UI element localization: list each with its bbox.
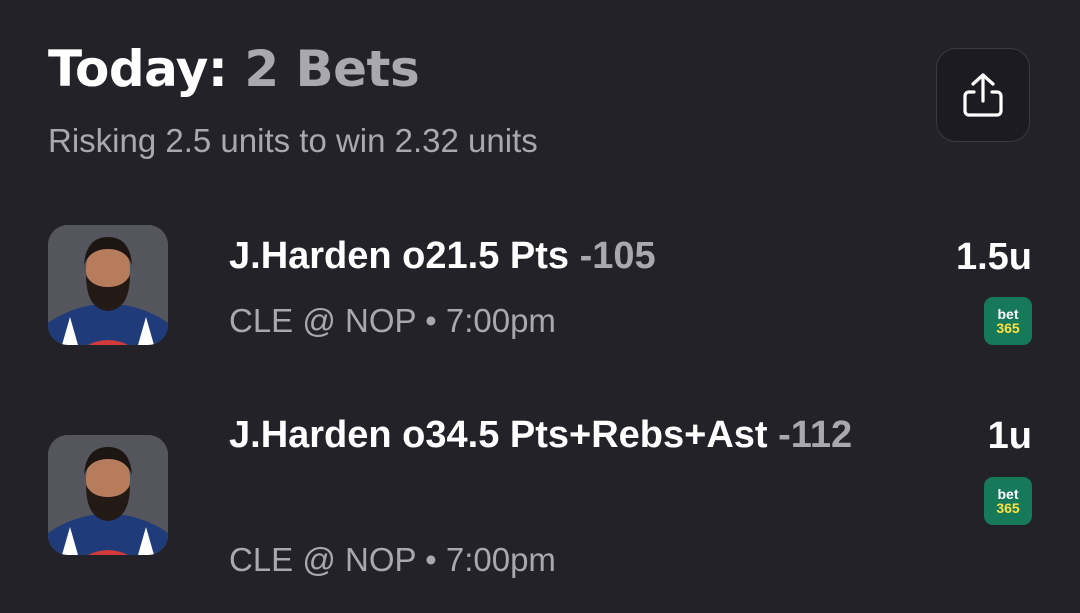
title-label: Today: (48, 40, 228, 98)
bet-units: 1.5u (955, 236, 1032, 278)
book-logo-line1: bet (997, 306, 1019, 322)
bet-count: 2 Bets (244, 40, 420, 98)
risk-summary: Risking 2.5 units to win 2.32 units (48, 122, 538, 159)
bet-units: 1u (987, 415, 1032, 457)
player-avatar (48, 435, 168, 555)
player-avatar (48, 225, 168, 345)
bet-odds: -112 (778, 414, 853, 456)
bet-selection: J.Harden o34.5 Pts+Rebs+Ast (229, 414, 768, 456)
bets-screen: Today: 2 Bets Risking 2.5 units to win 2… (0, 0, 1080, 613)
bet-odds: -105 (579, 235, 656, 277)
game-info: CLE @ NOP • 7:00pm (229, 302, 556, 339)
game-info: CLE @ NOP • 7:00pm (229, 541, 556, 578)
bet365-logo: bet 365 (984, 477, 1032, 525)
bet-selection: J.Harden o21.5 Pts (229, 235, 570, 277)
share-icon (963, 73, 1003, 117)
page-title: Today: 2 Bets (48, 38, 420, 100)
bet-title: J.Harden o21.5 Pts -105 (229, 227, 889, 285)
bet365-logo: bet 365 (984, 297, 1032, 345)
book-logo-line2: 365 (996, 500, 1020, 516)
book-logo-line2: 365 (996, 320, 1020, 336)
bet-title: J.Harden o34.5 Pts+Rebs+Ast -112 (229, 406, 889, 464)
book-logo-line1: bet (997, 486, 1019, 502)
share-button[interactable] (936, 48, 1030, 142)
